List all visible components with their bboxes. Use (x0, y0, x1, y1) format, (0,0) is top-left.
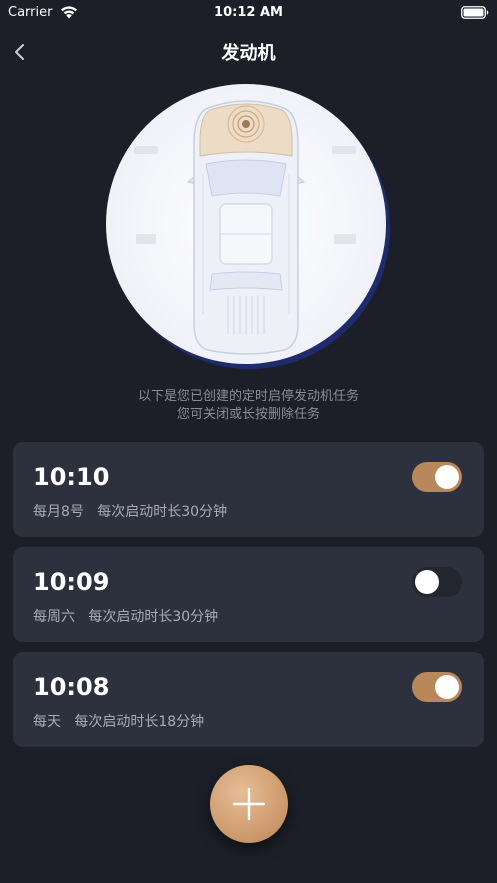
task-toggle[interactable] (412, 567, 462, 597)
task-description: 每天 每次启动时长18分钟 (33, 714, 205, 730)
info-line-2: 您可关闭或长按删除任务 (176, 407, 320, 422)
task-time: 10:08 (33, 673, 110, 701)
battery-icon (461, 6, 489, 19)
car-illustration (106, 84, 392, 370)
page-title: 发动机 (221, 43, 276, 64)
toggle-knob (415, 570, 439, 594)
car-top-view-image (134, 100, 356, 355)
task-card[interactable]: 10:10 每月8号 每次启动时长30分钟 (13, 442, 484, 537)
status-bar: Carrier 10:12 AM (0, 0, 497, 26)
toggle-knob (435, 465, 459, 489)
task-card[interactable]: 10:09 每周六 每次启动时长30分钟 (13, 547, 484, 642)
task-description: 每月8号 每次启动时长30分钟 (33, 504, 228, 520)
car-circle (106, 84, 386, 364)
toggle-knob (435, 675, 459, 699)
status-time: 10:12 AM (214, 5, 283, 20)
task-toggle[interactable] (412, 462, 462, 492)
task-time: 10:09 (33, 568, 110, 596)
task-toggle[interactable] (412, 672, 462, 702)
nav-bar: 发动机 (0, 26, 497, 76)
info-line-1: 以下是您已创建的定时启停发动机任务 (137, 389, 359, 404)
plus-icon (232, 787, 266, 821)
add-task-button[interactable] (210, 765, 288, 843)
info-text: 以下是您已创建的定时启停发动机任务 您可关闭或长按删除任务 (0, 388, 497, 424)
task-time: 10:10 (33, 463, 110, 491)
task-description: 每周六 每次启动时长30分钟 (33, 609, 219, 625)
task-card[interactable]: 10:08 每天 每次启动时长18分钟 (13, 652, 484, 747)
